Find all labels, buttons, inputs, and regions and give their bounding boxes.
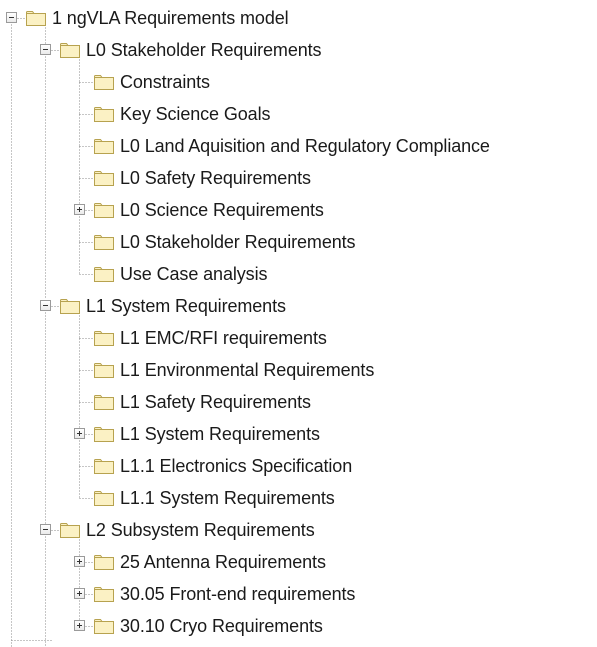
folder-icon <box>94 107 114 122</box>
folder-icon <box>26 11 46 26</box>
tree-node-label: Use Case analysis <box>120 264 268 284</box>
containment-tree: 1 ngVLA Requirements model L0 Stakeholder… <box>0 0 597 647</box>
folder-icon <box>94 75 114 90</box>
collapse-toggle-icon[interactable] <box>40 524 51 535</box>
folder-icon <box>94 459 114 474</box>
tree-node-label: 1 ngVLA Requirements model <box>52 8 289 28</box>
folder-icon <box>94 555 114 570</box>
tree-node-label: L1 EMC/RFI requirements <box>120 328 327 348</box>
folder-icon <box>60 299 80 314</box>
tree-node-label: L0 Science Requirements <box>120 200 324 220</box>
tree-node-label: L1 Environmental Requirements <box>120 360 375 380</box>
tree-node-label: L1 System Requirements <box>86 296 286 316</box>
folder-icon <box>94 363 114 378</box>
tree-node-label: L0 Stakeholder Requirements <box>86 40 322 60</box>
tree-node-label: L0 Land Aquisition and Regulatory Compli… <box>120 136 490 156</box>
folder-icon <box>94 427 114 442</box>
tree-node-label: Key Science Goals <box>120 104 271 124</box>
tree-node-label: L0 Safety Requirements <box>120 168 311 188</box>
tree-node-label: 30.10 Cryo Requirements <box>120 616 323 636</box>
tree-node-label: L1.1 Electronics Specification <box>120 456 353 476</box>
tree-node-label: L1 System Requirements <box>120 424 320 444</box>
folder-icon <box>94 619 114 634</box>
collapse-toggle-icon[interactable] <box>6 12 17 23</box>
folder-icon <box>60 43 80 58</box>
expand-toggle-icon[interactable] <box>74 588 85 599</box>
tree-node-label: L1.1 System Requirements <box>120 488 335 508</box>
folder-icon <box>94 491 114 506</box>
expand-toggle-icon[interactable] <box>74 620 85 631</box>
folder-icon <box>94 139 114 154</box>
folder-icon <box>94 267 114 282</box>
folder-icon <box>94 331 114 346</box>
folder-icon <box>60 523 80 538</box>
tree-node-label: L0 Stakeholder Requirements <box>120 232 356 252</box>
tree-node-label: L1 Safety Requirements <box>120 392 311 412</box>
folder-icon <box>94 587 114 602</box>
folder-icon <box>94 235 114 250</box>
tree-node-label: 30.05 Front-end requirements <box>120 584 356 604</box>
collapse-toggle-icon[interactable] <box>40 300 51 311</box>
tree-node-label: L2 Subsystem Requirements <box>86 520 315 540</box>
tree-node-label: Constraints <box>120 72 210 92</box>
expand-toggle-icon[interactable] <box>74 556 85 567</box>
collapse-toggle-icon[interactable] <box>40 44 51 55</box>
expand-toggle-icon[interactable] <box>74 428 85 439</box>
folder-icon <box>94 395 114 410</box>
folder-icon <box>94 203 114 218</box>
tree-node-label: 25 Antenna Requirements <box>120 552 326 572</box>
folder-icon <box>94 171 114 186</box>
expand-toggle-icon[interactable] <box>74 204 85 215</box>
